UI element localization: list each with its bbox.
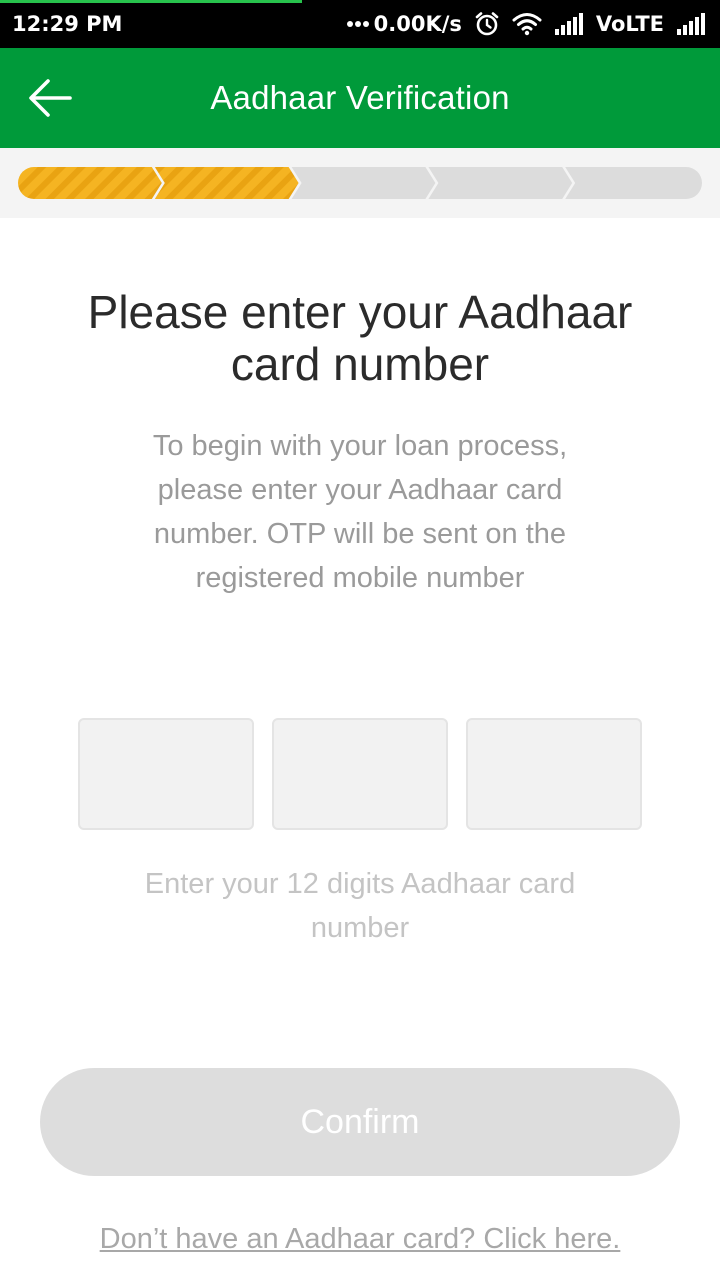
page-title: Aadhaar Verification [210, 79, 510, 116]
back-button[interactable] [22, 74, 78, 122]
dots-icon [346, 21, 369, 27]
stepper-segment-2 [154, 167, 299, 199]
confirm-button[interactable]: Confirm [40, 1068, 680, 1176]
stepper-segment-1 [18, 167, 162, 199]
wifi-icon [512, 13, 542, 36]
aadhaar-field-1[interactable] [78, 718, 254, 830]
arrow-left-icon [29, 79, 72, 117]
net-speed-value: 0.00K/s [373, 12, 462, 36]
signal-icon [554, 13, 583, 35]
headline: Please enter your Aadhaar card number [87, 286, 633, 390]
aadhaar-input-group [78, 718, 642, 830]
network-type: VoLTE [595, 12, 664, 36]
stepper-segment-4 [428, 167, 573, 199]
no-aadhaar-link[interactable]: Don’t have an Aadhaar card? Click here. [40, 1218, 680, 1260]
status-loading-indicator [0, 0, 302, 3]
stepper-segments [18, 167, 702, 199]
progress-stepper [0, 148, 720, 218]
aadhaar-field-3[interactable] [466, 718, 642, 830]
net-speed: 0.00K/s [346, 12, 462, 36]
stepper-segment-5 [565, 167, 702, 199]
alarm-icon [475, 12, 499, 36]
status-icons: 0.00K/s VoLTE [346, 11, 706, 37]
aadhaar-hint: Enter your 12 digits Aadhaar card number [144, 868, 576, 944]
signal-icon [677, 13, 705, 35]
status-time: 12:29 PM [12, 12, 123, 36]
status-bar: 12:29 PM 0.00K/s VoLTE [0, 0, 720, 48]
description: To begin with your loan process, please … [152, 430, 568, 594]
aadhaar-field-2[interactable] [272, 718, 448, 830]
stepper-segment-3 [291, 167, 436, 199]
app-bar: Aadhaar Verification [0, 48, 720, 148]
